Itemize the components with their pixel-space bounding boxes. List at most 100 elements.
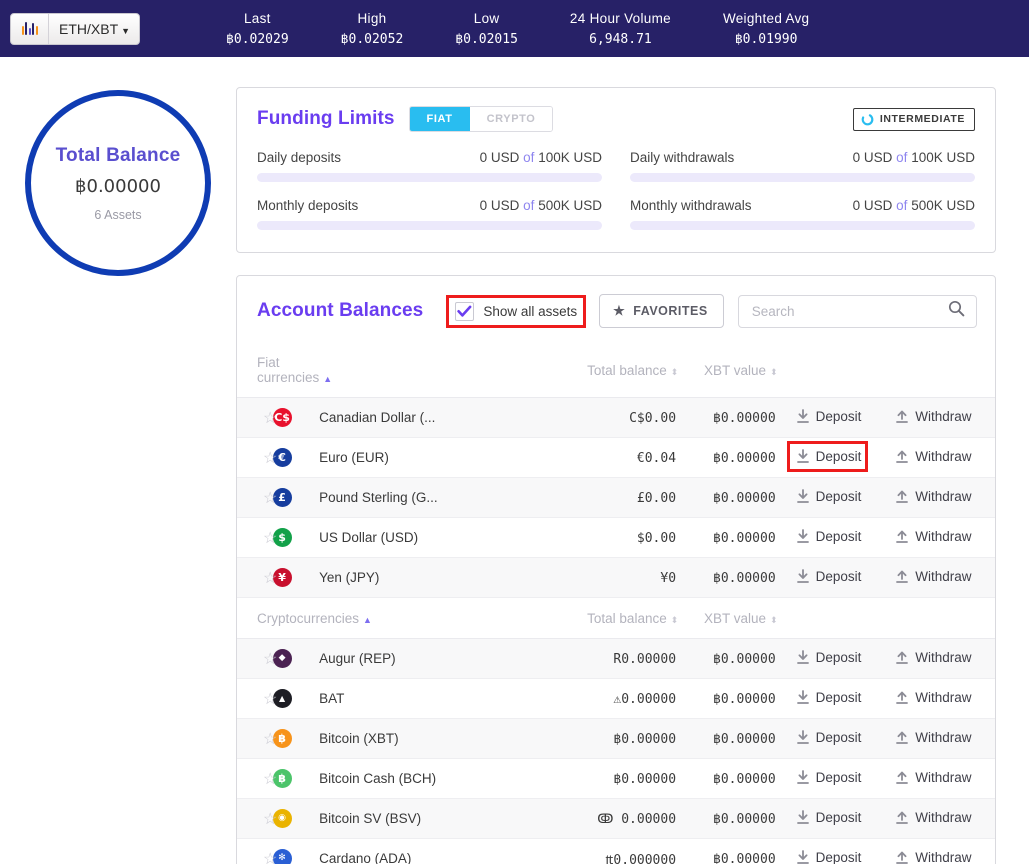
download-arrow-icon [796, 729, 810, 745]
withdraw-button[interactable]: Withdraw [895, 850, 972, 864]
upload-arrow-icon [895, 730, 909, 745]
table-row[interactable]: ☆ ◆ Augur (REP) R0.00000 ฿0.00000 Deposi… [237, 638, 995, 679]
limit-daily-deposits: Daily deposits 0 USD of 100K USD [257, 150, 602, 184]
sort-arrow-icon[interactable]: ⬍ [671, 615, 679, 625]
table-row[interactable]: ☆ ◉ Bitcoin SV (BSV) ↂ 0.00000 ฿0.00000 … [237, 798, 995, 839]
sort-arrow-icon[interactable]: ⬍ [770, 367, 778, 377]
bar-chart-icon [11, 13, 49, 44]
deposit-button[interactable]: Deposit [796, 568, 862, 584]
star-outline-icon[interactable]: ☆ [237, 488, 277, 508]
star-outline-icon[interactable]: ☆ [237, 849, 277, 864]
search-box[interactable] [737, 294, 977, 328]
table-row[interactable]: ☆ ¥ Yen (JPY) ¥0 ฿0.00000 Deposit Withdr… [237, 557, 995, 598]
asset-total-balance: €0.04 [636, 450, 677, 466]
deposit-button[interactable]: Deposit [796, 529, 861, 544]
withdraw-button[interactable]: Withdraw [895, 409, 972, 424]
table-row[interactable]: ☆ £ Pound Sterling (G... £0.00 ฿0.00000 … [237, 477, 995, 518]
withdraw-button[interactable]: Withdraw [895, 730, 972, 745]
withdraw-button[interactable]: Withdraw [895, 569, 972, 584]
asset-name: BAT [319, 691, 345, 706]
sort-arrow-icon[interactable]: ⬍ [671, 367, 679, 377]
asset-name: Bitcoin SV (BSV) [319, 811, 422, 826]
limit-label: Monthly withdrawals [630, 198, 752, 213]
star-outline-icon[interactable]: ☆ [237, 649, 277, 669]
star-outline-icon[interactable]: ☆ [237, 568, 277, 588]
table-row[interactable]: ☆ ฿ Bitcoin (XBT) ฿0.00000 ฿0.00000 Depo… [237, 718, 995, 759]
star-outline-icon[interactable]: ☆ [237, 528, 277, 548]
favorites-button[interactable]: ★ FAVORITES [599, 294, 724, 328]
withdraw-button[interactable]: Withdraw [895, 489, 972, 504]
deposit-button[interactable]: Deposit [796, 650, 861, 665]
deposit-label: Deposit [815, 488, 862, 504]
asset-name: Cardano (ADA) [319, 851, 412, 864]
show-all-assets-checkbox[interactable]: Show all assets [446, 294, 586, 328]
progress-circle-icon [861, 113, 874, 126]
withdraw-label: Withdraw [915, 649, 972, 665]
stat-volume: 24 Hour Volume 6,948.71 [544, 11, 697, 47]
deposit-button[interactable]: Deposit [796, 689, 861, 705]
upload-arrow-icon [895, 449, 909, 464]
tab-fiat[interactable]: FIAT [409, 107, 470, 131]
funding-type-toggle[interactable]: FIAT CRYPTO [408, 106, 554, 132]
deposit-button[interactable]: Deposit [786, 440, 869, 472]
table-row[interactable]: ☆ C$ Canadian Dollar (... C$0.00 ฿0.0000… [237, 397, 995, 438]
star-outline-icon[interactable]: ☆ [237, 769, 277, 789]
upload-arrow-icon [895, 569, 909, 584]
upload-arrow-icon [895, 529, 909, 544]
withdraw-button[interactable]: Withdraw [895, 449, 972, 464]
table-row[interactable]: ☆ ▲ BAT ⚠0.00000 ฿0.00000 Deposit Withdr… [237, 679, 995, 719]
table-row[interactable]: ☆ ✻ Cardano (ADA) ₶0.000000 ฿0.00000 Dep… [237, 839, 995, 864]
star-outline-icon[interactable]: ☆ [237, 448, 277, 468]
deposit-button[interactable]: Deposit [796, 488, 862, 504]
limit-progress-bar [257, 173, 602, 182]
download-arrow-icon [796, 689, 810, 705]
table-row[interactable]: ☆ ฿ Bitcoin Cash (BCH) ฿0.00000 ฿0.00000… [237, 759, 995, 799]
asset-name: Pound Sterling (G... [319, 490, 438, 505]
withdraw-button[interactable]: Withdraw [895, 690, 972, 705]
limit-cap: 500K USD [538, 198, 602, 213]
deposit-button[interactable]: Deposit [796, 810, 861, 825]
deposit-button[interactable]: Deposit [796, 408, 862, 424]
deposit-button[interactable]: Deposit [796, 770, 861, 785]
withdraw-button[interactable]: Withdraw [895, 649, 972, 665]
table-row[interactable]: ☆ € Euro (EUR) €0.04 ฿0.00000 Deposit Wi… [237, 438, 995, 478]
star-outline-icon[interactable]: ☆ [237, 408, 277, 428]
limit-label: Monthly deposits [257, 198, 359, 213]
star-icon: ★ [613, 303, 626, 318]
withdraw-button[interactable]: Withdraw [895, 810, 972, 825]
upload-arrow-icon [895, 489, 909, 504]
deposit-label: Deposit [815, 568, 862, 584]
tab-crypto[interactable]: CRYPTO [469, 107, 553, 131]
search-icon[interactable] [948, 300, 965, 322]
withdraw-button[interactable]: Withdraw [895, 770, 972, 785]
asset-total-balance: ฿0.00000 [613, 731, 677, 747]
checkbox-box[interactable] [455, 301, 475, 321]
stat-value: ฿0.02029 [226, 31, 289, 47]
limit-monthly-withdrawals: Monthly withdrawals 0 USD of 500K USD [630, 198, 975, 232]
limit-label: Daily withdrawals [630, 150, 735, 165]
star-outline-icon[interactable]: ☆ [237, 729, 277, 749]
table-row[interactable]: ☆ $ US Dollar (USD) $0.00 ฿0.00000 Depos… [237, 518, 995, 558]
star-outline-icon[interactable]: ☆ [237, 689, 277, 709]
sort-arrow-icon[interactable]: ⬍ [770, 615, 778, 625]
stat-value: ฿0.02015 [455, 31, 518, 47]
balances-table: Fiat currencies ▲ Total balance ⬍ XBT valu… [237, 342, 995, 864]
sort-arrow-icon[interactable]: ▲ [323, 374, 332, 384]
sort-arrow-icon[interactable]: ▲ [363, 615, 372, 625]
stat-value: ฿0.02052 [340, 31, 404, 47]
deposit-label: Deposit [815, 408, 862, 424]
stat-label: Low [473, 10, 500, 26]
asset-total-balance: ¥0 [660, 570, 677, 586]
limit-used: 0 USD [479, 198, 520, 213]
withdraw-button[interactable]: Withdraw [895, 529, 972, 544]
deposit-button[interactable]: Deposit [796, 849, 861, 864]
deposit-label: Deposit [815, 448, 862, 464]
download-arrow-icon [796, 849, 810, 864]
limit-of: of [896, 150, 908, 165]
trading-pair-selector[interactable]: ETH/XBT ▼ [10, 12, 141, 45]
deposit-button[interactable]: Deposit [796, 729, 861, 745]
star-outline-icon[interactable]: ☆ [237, 809, 277, 829]
asset-xbt-value: ฿0.00000 [713, 570, 776, 586]
search-input[interactable] [751, 303, 948, 319]
limit-of: of [523, 198, 535, 213]
